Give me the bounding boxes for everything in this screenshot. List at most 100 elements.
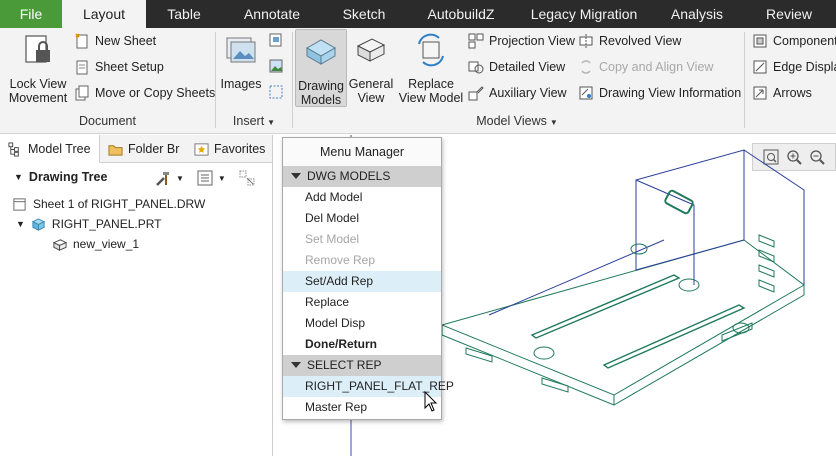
arrows-icon [753,86,767,100]
detailed-view-label: Detailed View [489,60,566,74]
tree-item-view-label: new_view_1 [73,237,140,251]
move-copy-sheets-button[interactable]: Move or Copy Sheets [74,83,215,103]
drawing-models-label: Drawing [298,79,344,93]
tab-review[interactable]: Review [742,0,836,28]
navigator-tabs: Model Tree Folder Br Favorites [0,135,272,163]
detailed-view-button[interactable]: Detailed View [468,57,565,77]
lock-view-movement-button[interactable]: Lock View Movement [6,32,70,105]
ribbon: Lock View Movement New Sheet Sheet Setup… [0,28,836,134]
copy-align-label: Copy and Align View [599,60,714,74]
new-sheet-label: New Sheet [95,34,157,48]
menu-item-set-model: Set Model [305,232,360,246]
tree-item-part-label: RIGHT_PANEL.PRT [51,217,162,231]
drawing-view-information-button[interactable]: Drawing View Information [578,83,741,103]
menu-section-select-rep[interactable]: SELECT REP [283,355,441,376]
section-collapse-icon [291,362,301,368]
edge-display-label: Edge Display [773,60,836,74]
drawing-models-button[interactable]: Drawing Models [295,29,347,107]
copy-align-view-button[interactable]: Copy and Align View [578,57,713,77]
tree-item-part[interactable]: ▼ RIGHT_PANEL.PRT [16,214,162,234]
replace-view-model-button[interactable]: Replace View Model [398,32,464,105]
auxiliary-view-button[interactable]: Auxiliary View [468,83,567,103]
tab-model-tree[interactable]: Model Tree [0,135,100,163]
folder-icon [108,144,123,156]
general-view-label-2: View [357,91,385,105]
navigator-panel: Model Tree Folder Br Favorites ▼ Drawing… [0,135,273,456]
copy-align-icon [581,60,591,74]
tab-folder-browser-label: Folder Br [128,142,180,156]
menu-section-dwg-models[interactable]: DWG MODELS [283,166,441,187]
tree-filter-icon[interactable] [196,169,214,187]
insert-picture-icon[interactable] [268,58,284,74]
edge-display-icon [753,60,767,74]
replace-view-label-2: View Model [398,91,464,105]
tab-model-tree-label: Model Tree [28,142,91,156]
model-tree-icon [8,141,19,157]
collapse-arrow-icon[interactable]: ▼ [14,172,23,182]
sheet-icon [13,197,26,211]
tab-table[interactable]: Table [146,0,222,28]
revolved-view-button[interactable]: Revolved View [578,31,681,51]
drawing-models-icon [305,39,337,65]
tree-item-sheet-label: Sheet 1 of RIGHT_PANEL.DRW [33,197,206,211]
favorites-icon [194,142,209,156]
images-button[interactable]: Images [218,32,264,91]
arrows-button[interactable]: Arrows [752,83,812,103]
model-views-group-label[interactable]: Model Views ▼ [292,114,742,128]
insert-group-label[interactable]: Insert ▼ [216,114,292,128]
menu-item-master-rep[interactable]: Master Rep [283,397,441,418]
menu-item-done-return[interactable]: Done/Return [283,334,441,355]
insert-frame-icon[interactable] [268,84,284,100]
drawing-view-info-icon [579,86,593,100]
new-sheet-icon [75,33,88,49]
sheet-setup-label: Sheet Setup [95,60,164,74]
revolved-view-icon [579,34,593,48]
menu-item-model-disp[interactable]: Model Disp [283,313,441,334]
tab-legacy-migration[interactable]: Legacy Migration [516,0,652,28]
tree-item-view[interactable]: new_view_1 [52,234,139,254]
tree-item-sheet[interactable]: Sheet 1 of RIGHT_PANEL.DRW [12,194,205,214]
menu-item-right-panel-flat-rep[interactable]: RIGHT_PANEL_FLAT_REP [283,376,454,397]
menu-item-add-model[interactable]: Add Model [283,187,441,208]
drawing-view-info-label: Drawing View Information [599,86,742,100]
replace-view-icon [418,33,444,67]
tab-layout[interactable]: Layout [62,0,146,28]
tab-annotate[interactable]: Annotate [222,0,322,28]
expand-arrow-icon[interactable]: ▼ [16,214,25,234]
auxiliary-view-icon [468,86,484,101]
menu-section-dwg-models-label: DWG MODELS [307,169,391,183]
sheet-metal-part [440,149,805,406]
drawing-tree-title: Drawing Tree [28,170,108,184]
edge-display-button[interactable]: Edge Display [752,57,836,77]
menu-item-del-model[interactable]: Del Model [283,208,441,229]
tools-dropdown-icon[interactable]: ▼ [176,174,184,183]
lock-icon [25,35,50,63]
general-view-button[interactable]: General View [348,32,394,105]
tab-file[interactable]: File [0,0,62,28]
menu-item-set-add-rep[interactable]: Set/Add Rep [283,271,441,292]
projection-view-icon [468,33,484,49]
tab-analysis[interactable]: Analysis [652,0,742,28]
tab-folder-browser[interactable]: Folder Br [100,135,186,163]
tree-columns-icon[interactable] [238,169,256,187]
general-view-icon [356,38,386,62]
tree-toolbar: ▼ ▼ [154,169,256,187]
revolved-view-label: Revolved View [599,34,682,48]
move-copy-label: Move or Copy Sheets [95,86,216,100]
tab-autobuildz[interactable]: AutobuildZ [406,0,516,28]
tab-favorites[interactable]: Favorites [186,135,272,163]
projection-view-button[interactable]: Projection View [468,31,575,51]
menu-item-replace[interactable]: Replace [283,292,441,313]
view-icon [52,238,67,251]
settings-dropdown-icon[interactable]: ▼ [218,174,226,183]
component-button[interactable]: Component [752,31,836,51]
new-sheet-button[interactable]: New Sheet [74,31,156,51]
insert-object-icon[interactable] [268,32,284,48]
tools-icon[interactable] [154,169,172,187]
tab-sketch[interactable]: Sketch [322,0,406,28]
tab-favorites-label: Favorites [214,142,266,156]
sheet-setup-button[interactable]: Sheet Setup [74,57,164,77]
group-separator [744,32,745,128]
auxiliary-view-label: Auxiliary View [489,86,567,100]
component-icon [753,34,767,48]
